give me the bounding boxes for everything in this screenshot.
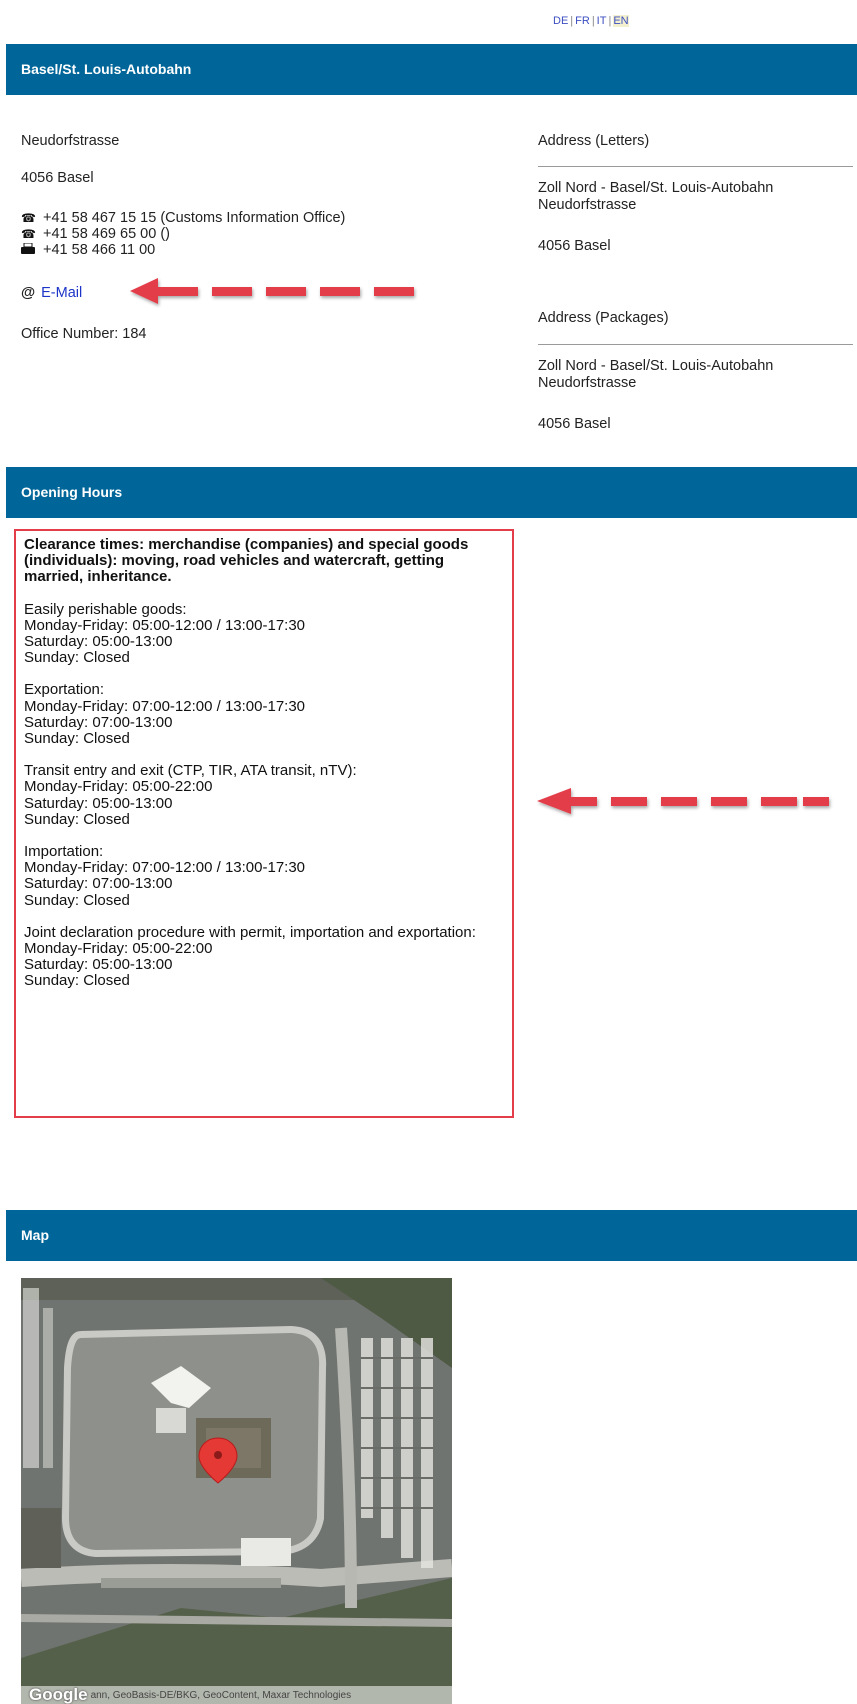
hours-line: Sunday: Closed <box>24 649 130 667</box>
hours-line: Sunday: Closed <box>24 730 130 748</box>
office-street: Neudorfstrasse <box>21 133 120 149</box>
at-icon: @ <box>21 285 36 301</box>
address-packages-line1: Zoll Nord - Basel/St. Louis-Autobahn <box>538 358 774 374</box>
hours-section: Exportation: Monday-Friday: 07:00-12:00 … <box>24 682 504 747</box>
fax-row: +41 58 466 11 00 <box>21 242 345 258</box>
hours-line: Saturday: 05:00-13:00 <box>24 633 173 651</box>
map-title: Map <box>21 1227 49 1243</box>
lang-de-link[interactable]: DE <box>553 15 568 27</box>
address-letters-line2: Neudorfstrasse <box>538 197 637 213</box>
opening-hours-box: Clearance times: merchandise (companies)… <box>14 529 514 1118</box>
hours-line: Monday-Friday: 07:00-12:00 / 13:00-17:30 <box>24 859 306 877</box>
opening-hours-bar: Opening Hours <box>6 467 857 518</box>
divider <box>538 166 853 167</box>
satellite-map[interactable]: Google ann, GeoBasis-DE/BKG, GeoContent, … <box>21 1278 452 1704</box>
fax-icon <box>21 242 43 257</box>
opening-hours-title: Opening Hours <box>21 484 123 500</box>
map-bar: Map <box>6 1210 857 1261</box>
address-letters-line1: Zoll Nord - Basel/St. Louis-Autobahn <box>538 180 774 196</box>
address-packages-heading: Address (Packages) <box>538 310 669 326</box>
lang-en-link[interactable]: EN <box>613 15 629 27</box>
hours-line: Saturday: 07:00-13:00 <box>24 875 173 893</box>
lang-fr-link[interactable]: FR <box>575 15 590 27</box>
hours-section: Easily perishable goods: Monday-Friday: … <box>24 600 504 667</box>
divider <box>538 344 853 345</box>
hours-line: Monday-Friday: 05:00-22:00 <box>24 778 213 796</box>
address-letters-heading: Address (Letters) <box>538 133 650 149</box>
email-link[interactable]: E-Mail <box>41 285 82 301</box>
phone-list: ☎ +41 58 467 15 15 (Customs Information … <box>21 210 345 258</box>
address-letters-line3: 4056 Basel <box>538 238 611 254</box>
fax-number: +41 58 466 11 00 <box>43 242 156 258</box>
annotation-arrow-hours <box>537 788 829 814</box>
office-city: 4056 Basel <box>21 170 94 186</box>
attribution-text: ann, GeoBasis-DE/BKG, GeoContent, Maxar … <box>90 1690 352 1701</box>
lang-separator: | <box>591 15 595 27</box>
section-title: Transit entry and exit (CTP, TIR, ATA tr… <box>24 762 357 780</box>
phone-number: +41 58 467 15 15 (Customs Information Of… <box>43 210 346 226</box>
address-packages-line2: Neudorfstrasse <box>538 375 637 391</box>
hours-line: Monday-Friday: 07:00-12:00 / 13:00-17:30 <box>24 697 306 715</box>
map-imagery <box>21 1278 452 1704</box>
hours-line: Monday-Friday: 05:00-12:00 / 13:00-17:30 <box>24 616 306 634</box>
address-packages-line3: 4056 Basel <box>538 416 611 432</box>
hours-line: Saturday: 05:00-13:00 <box>24 956 173 974</box>
section-title: Easily perishable goods: <box>24 600 187 618</box>
office-title-bar: Basel/St. Louis-Autobahn <box>6 44 857 95</box>
hours-section: Joint declaration procedure with permit,… <box>24 923 504 990</box>
hours-section: Transit entry and exit (CTP, TIR, ATA tr… <box>24 763 504 828</box>
lang-it-link[interactable]: IT <box>597 15 607 27</box>
office-number: Office Number: 184 <box>21 326 147 342</box>
google-logo: Google <box>29 1685 88 1704</box>
annotation-arrow-email <box>130 278 414 304</box>
lang-separator: | <box>608 15 612 27</box>
section-title: Joint declaration procedure with permit,… <box>24 923 476 941</box>
phone-row: ☎ +41 58 467 15 15 (Customs Information … <box>21 210 345 226</box>
hours-section: Importation: Monday-Friday: 07:00-12:00 … <box>24 843 504 909</box>
clearance-heading: Clearance times: merchandise (companies)… <box>24 536 469 586</box>
map-attribution: Google ann, GeoBasis-DE/BKG, GeoContent, … <box>21 1686 452 1704</box>
hours-line: Saturday: 07:00-13:00 <box>24 713 173 731</box>
language-switcher: DE | FR | IT | EN <box>553 15 629 27</box>
phone-row: ☎ +41 58 469 65 00 () <box>21 226 345 242</box>
phone-icon: ☎ <box>21 227 36 241</box>
hours-line: Sunday: Closed <box>24 972 130 990</box>
office-title: Basel/St. Louis-Autobahn <box>21 61 192 77</box>
lang-separator: | <box>570 15 574 27</box>
hours-line: Sunday: Closed <box>24 891 130 909</box>
section-title: Exportation: <box>24 681 105 699</box>
hours-line: Saturday: 05:00-13:00 <box>24 794 173 812</box>
hours-line: Sunday: Closed <box>24 810 130 828</box>
email-row: @ E-Mail <box>21 285 82 301</box>
phone-icon: ☎ <box>21 211 36 225</box>
section-title: Importation: <box>24 843 104 861</box>
hours-line: Monday-Friday: 05:00-22:00 <box>24 940 213 958</box>
phone-number: +41 58 469 65 00 () <box>43 226 170 242</box>
